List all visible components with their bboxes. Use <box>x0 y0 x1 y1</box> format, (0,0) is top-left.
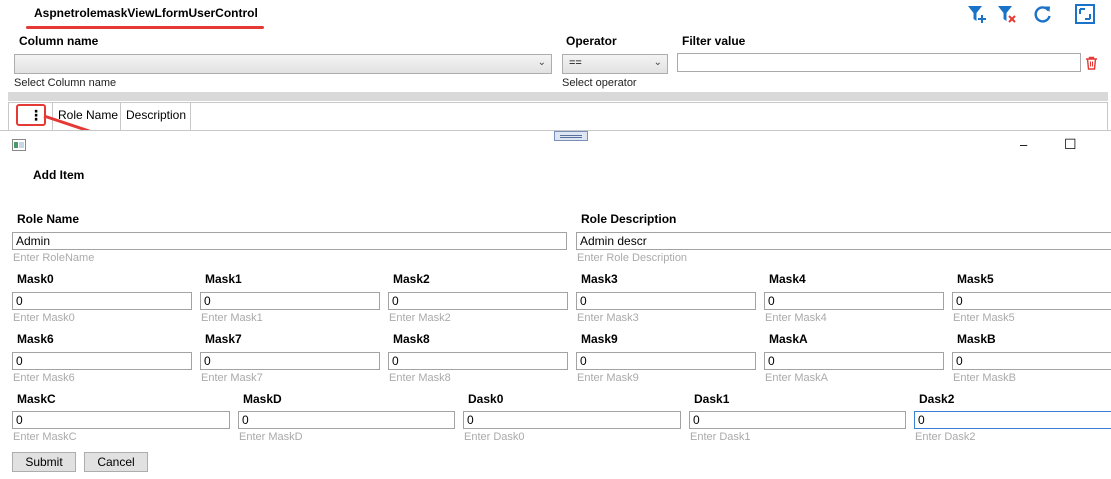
mask6-input[interactable]: 0 <box>12 352 192 370</box>
minimize-button[interactable]: – <box>1020 137 1027 152</box>
maskd-placeholder: Enter MaskD <box>239 431 303 443</box>
mask6-label: Mask6 <box>17 332 54 346</box>
operator-value: == <box>569 57 582 69</box>
dialog-title: Add Item <box>33 168 85 182</box>
operator-combobox[interactable]: == ⌄ <box>562 54 668 74</box>
role-name-input[interactable]: Admin <box>12 232 567 250</box>
column-name-hint: Select Column name <box>14 77 117 89</box>
mask2-label: Mask2 <box>393 272 430 286</box>
splitter-handle[interactable] <box>554 131 588 141</box>
filter-value-label: Filter value <box>682 34 746 48</box>
dask0-label: Dask0 <box>468 392 504 406</box>
mask1-placeholder: Enter Mask1 <box>201 312 263 324</box>
maska-label: MaskA <box>769 332 808 346</box>
mask3-label: Mask3 <box>581 272 618 286</box>
mask1-input[interactable]: 0 <box>200 292 380 310</box>
maskb-placeholder: Enter MaskB <box>953 372 1016 384</box>
mask5-input[interactable]: 0 <box>952 292 1111 310</box>
role-description-label: Role Description <box>581 212 677 226</box>
mask7-input[interactable]: 0 <box>200 352 380 370</box>
role-description-input[interactable]: Admin descr <box>576 232 1111 250</box>
chevron-down-icon: ⌄ <box>537 57 546 68</box>
chevron-down-icon: ⌄ <box>653 57 662 68</box>
mask0-placeholder: Enter Mask0 <box>13 312 75 324</box>
operator-label: Operator <box>566 34 617 48</box>
operator-hint: Select operator <box>562 77 637 89</box>
mask7-placeholder: Enter Mask7 <box>201 372 263 384</box>
submit-button[interactable]: Submit <box>12 452 76 472</box>
mask3-placeholder: Enter Mask3 <box>577 312 639 324</box>
mask7-label: Mask7 <box>205 332 242 346</box>
mask9-label: Mask9 <box>581 332 618 346</box>
role-name-placeholder: Enter RoleName <box>13 252 95 264</box>
refresh-icon[interactable] <box>1032 3 1054 25</box>
mask3-input[interactable]: 0 <box>576 292 756 310</box>
mask5-label: Mask5 <box>957 272 994 286</box>
delete-icon[interactable] <box>1085 56 1098 73</box>
mask4-input[interactable]: 0 <box>764 292 944 310</box>
page-title: AspnetrolemaskViewLformUserControl <box>34 6 258 20</box>
maximize-button[interactable]: ☐ <box>1064 136 1077 153</box>
mask8-placeholder: Enter Mask8 <box>389 372 451 384</box>
mask8-input[interactable]: 0 <box>388 352 568 370</box>
maska-placeholder: Enter MaskA <box>765 372 828 384</box>
maskc-label: MaskC <box>17 392 56 406</box>
maskb-input[interactable]: 0 <box>952 352 1111 370</box>
dask0-input[interactable]: 0 <box>463 411 681 429</box>
mask1-label: Mask1 <box>205 272 242 286</box>
mask5-placeholder: Enter Mask5 <box>953 312 1015 324</box>
column-name-label: Column name <box>19 34 99 48</box>
dask1-label: Dask1 <box>694 392 730 406</box>
column-name-combobox[interactable]: ⌄ <box>14 54 552 74</box>
dask2-label: Dask2 <box>919 392 955 406</box>
dask2-placeholder: Enter Dask2 <box>915 431 976 443</box>
window-app-icon <box>12 139 26 154</box>
maskd-label: MaskD <box>243 392 282 406</box>
mask2-input[interactable]: 0 <box>388 292 568 310</box>
dask2-input[interactable]: 0 <box>914 411 1111 429</box>
dask0-placeholder: Enter Dask0 <box>464 431 525 443</box>
cancel-button[interactable]: Cancel <box>84 452 148 472</box>
mask2-placeholder: Enter Mask2 <box>389 312 451 324</box>
maska-input[interactable]: 0 <box>764 352 944 370</box>
filter-value-input[interactable] <box>677 53 1081 72</box>
maximize-icon[interactable] <box>1074 3 1096 25</box>
role-name-label: Role Name <box>17 212 80 226</box>
add-filter-icon[interactable] <box>966 3 988 25</box>
dask1-placeholder: Enter Dask1 <box>690 431 751 443</box>
mask0-label: Mask0 <box>17 272 54 286</box>
maskc-input[interactable]: 0 <box>12 411 230 429</box>
mask8-label: Mask8 <box>393 332 430 346</box>
maskb-label: MaskB <box>957 332 996 346</box>
mask4-label: Mask4 <box>769 272 806 286</box>
maskc-placeholder: Enter MaskC <box>13 431 77 443</box>
mask9-input[interactable]: 0 <box>576 352 756 370</box>
clear-filter-icon[interactable] <box>996 3 1018 25</box>
mask9-placeholder: Enter Mask9 <box>577 372 639 384</box>
title-underline-annotation <box>26 26 264 29</box>
mask4-placeholder: Enter Mask4 <box>765 312 827 324</box>
maskd-input[interactable]: 0 <box>238 411 455 429</box>
mask6-placeholder: Enter Mask6 <box>13 372 75 384</box>
grid-toolbar-band <box>8 92 1108 101</box>
dask1-input[interactable]: 0 <box>689 411 906 429</box>
column-divider <box>190 103 191 130</box>
role-description-placeholder: Enter Role Description <box>577 252 688 264</box>
mask0-input[interactable]: 0 <box>12 292 192 310</box>
